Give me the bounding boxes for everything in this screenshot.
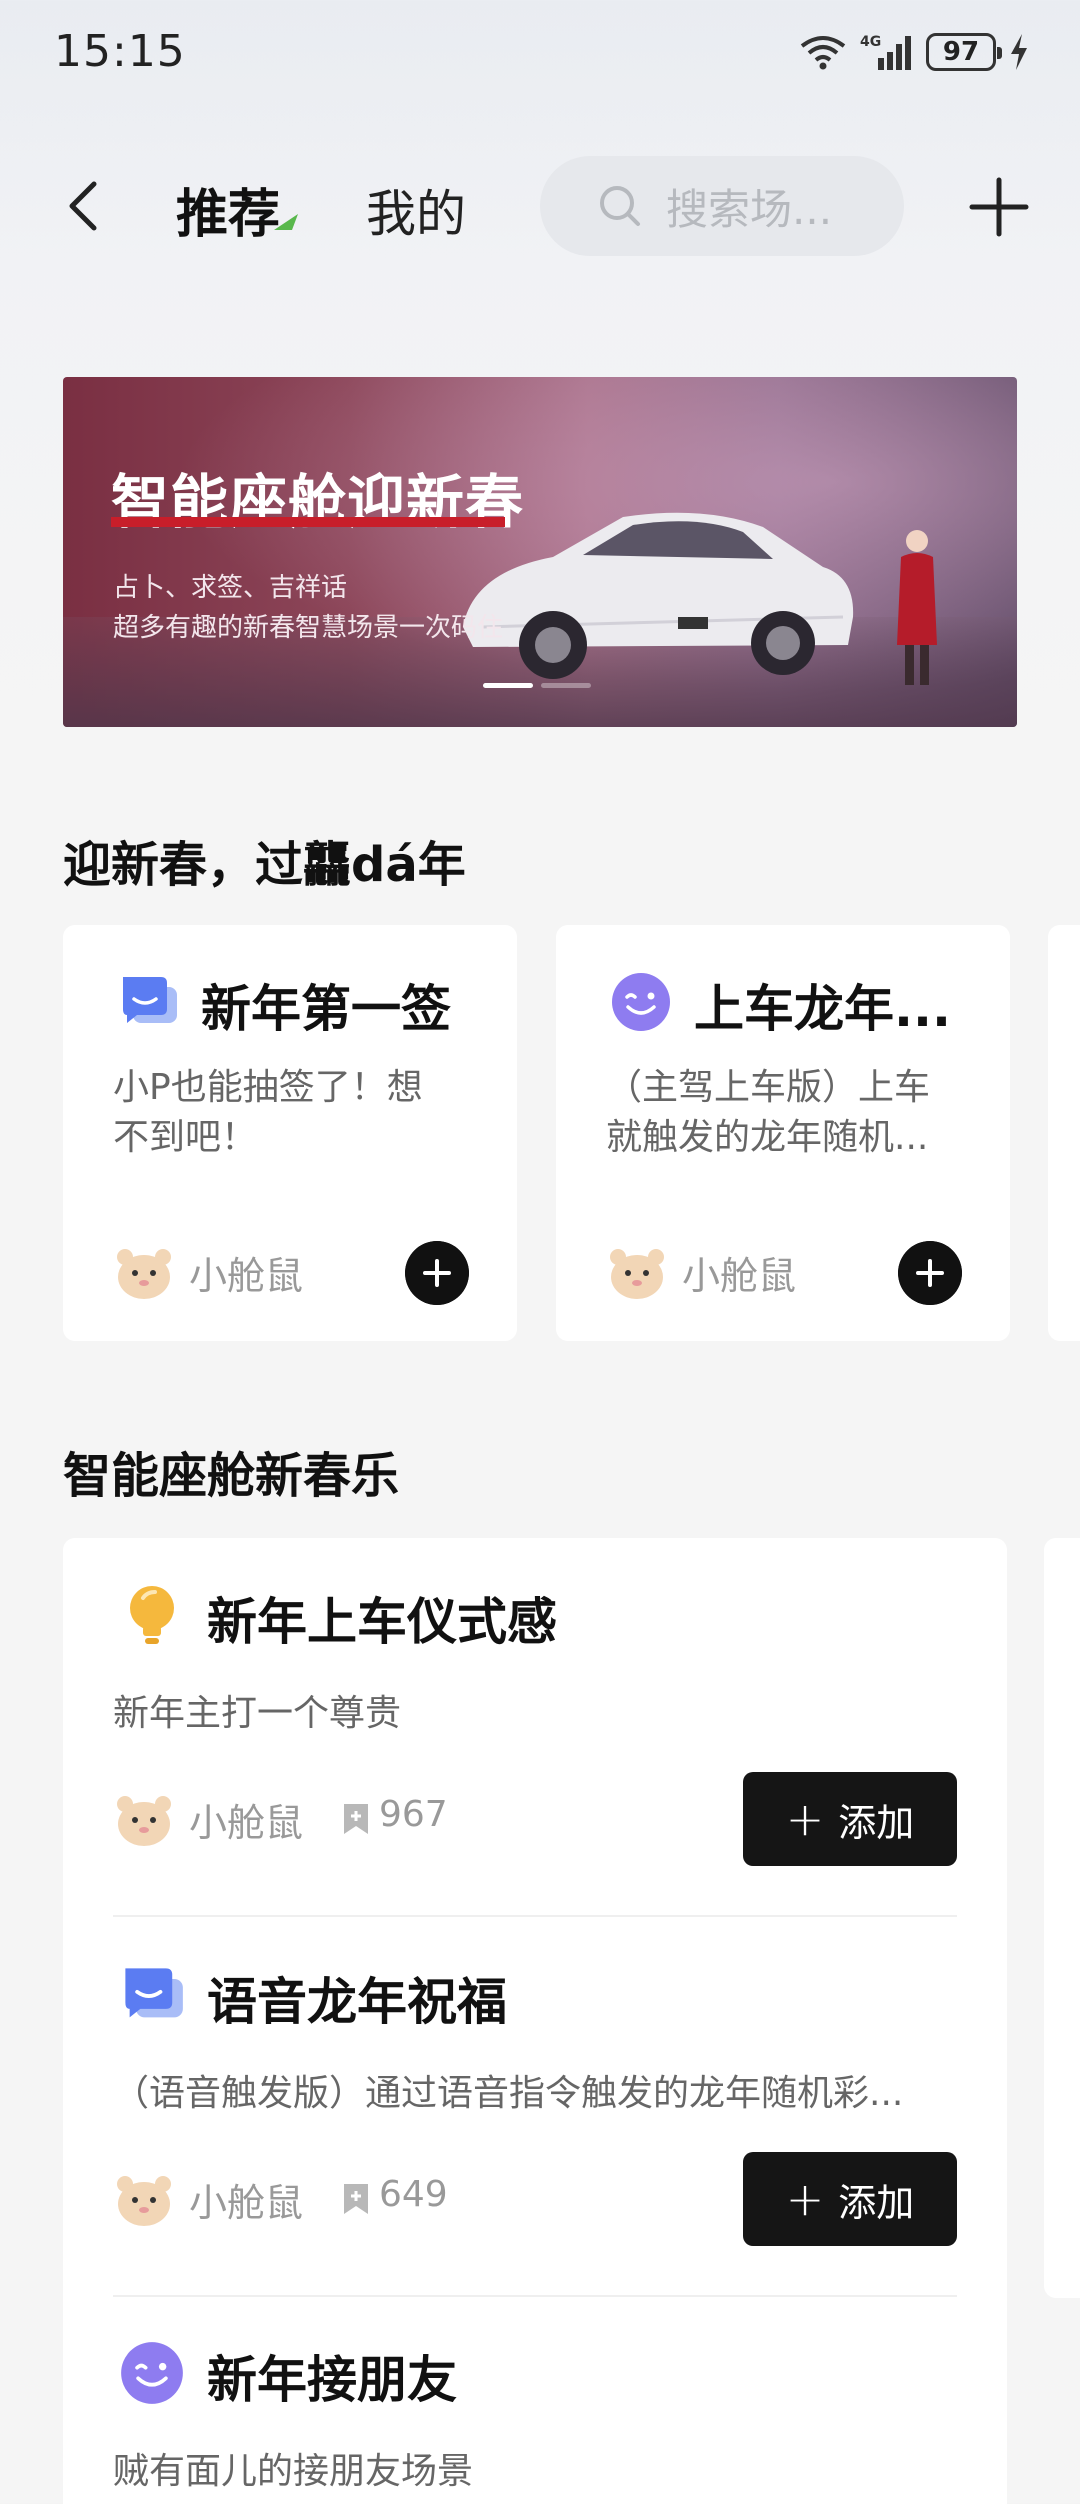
plus-icon: +	[785, 1792, 825, 1846]
bookmark-icon	[344, 1804, 368, 1834]
back-arrow-icon[interactable]	[56, 176, 116, 236]
scene-list-card: 新年上车仪式感 新年主打一个尊贵 小舱鼠 967 + 添加 语音龙年祝福 （语音…	[63, 1538, 1007, 2504]
card-desc-line2: 就触发的龙年随机...	[606, 1117, 929, 1158]
scene-card[interactable]: 新年第一签 小P也能抽签了！想 不到吧！ 小舱鼠	[63, 925, 517, 1341]
card-desc-line1: 小P也能抽签了！想	[113, 1067, 423, 1108]
card-title: 新年第一签	[201, 980, 451, 1038]
section-title-new-year: 迎新春，过龘dá年	[63, 837, 466, 893]
person-illustration	[897, 530, 937, 685]
banner-pager	[483, 683, 591, 688]
banner-subtitle-1: 占卜、求签、吉祥话	[113, 573, 348, 603]
scene-list-card-peek[interactable]	[1044, 1538, 1080, 2298]
chat-bubble-icon	[123, 977, 177, 1023]
hamster-avatar-icon	[117, 2176, 171, 2226]
search-icon	[600, 186, 640, 226]
add-count: 967	[379, 1794, 448, 1835]
hamster-avatar-icon	[610, 1249, 664, 1299]
wink-face-icon	[121, 2342, 183, 2404]
add-button[interactable]: + 添加	[743, 1772, 957, 1866]
lightbulb-icon	[130, 1586, 174, 1644]
add-scene-button[interactable]	[898, 1241, 962, 1305]
search-input[interactable]: 搜索场...	[540, 156, 904, 256]
top-nav: 推荐 我的 搜索场...	[0, 150, 1080, 270]
plus-icon: +	[785, 2172, 825, 2226]
bookmark-icon	[344, 2184, 368, 2214]
hamster-avatar-icon	[117, 1796, 171, 1846]
signal-icon: 4G	[860, 34, 911, 70]
status-bar: 15:15 4G 97	[0, 0, 1080, 100]
divider	[113, 1915, 957, 1917]
scene-title: 语音龙年祝福	[207, 1973, 507, 2031]
add-button[interactable]: + 添加	[743, 2152, 957, 2246]
svg-text:4G: 4G	[860, 34, 881, 50]
section-title-cabin: 智能座舱新春乐	[63, 1448, 400, 1504]
add-button-label: 添加	[838, 1800, 915, 1845]
search-placeholder: 搜索场...	[666, 184, 833, 234]
card-desc-line1: （主驾上车版）上车	[606, 1067, 931, 1108]
wifi-icon	[800, 36, 846, 70]
battery-indicator: 97	[926, 33, 1002, 71]
scene-title: 新年接朋友	[207, 2351, 457, 2409]
pager-dot-active	[483, 683, 533, 688]
author-name: 小舱鼠	[189, 2181, 304, 2225]
author-name: 小舱鼠	[682, 1254, 797, 1298]
tab-recommend[interactable]: 推荐	[176, 172, 280, 247]
add-icon[interactable]	[968, 176, 1030, 238]
status-icons: 4G 97	[798, 30, 1030, 74]
divider	[113, 2295, 957, 2297]
scene-card[interactable]: 上车龙年... （主驾上车版）上车 就触发的龙年随机... 小舱鼠	[556, 925, 1010, 1341]
charging-bolt-icon	[1011, 34, 1027, 70]
add-scene-button[interactable]	[405, 1241, 469, 1305]
wink-face-icon	[612, 973, 670, 1031]
promo-banner[interactable]: 智能座舱迎新春 占卜、求签、吉祥话 超多有趣的新春智慧场景一次码住	[63, 377, 1017, 727]
banner-title-underline	[111, 517, 505, 527]
tab-mine[interactable]: 我的	[366, 174, 466, 246]
banner-subtitle-2: 超多有趣的新春智慧场景一次码住	[113, 613, 504, 643]
author-name: 小舱鼠	[189, 1254, 304, 1298]
add-button-label: 添加	[838, 2180, 915, 2225]
scene-desc: 贼有面儿的接朋友场景	[113, 2451, 474, 2492]
pager-dot	[541, 683, 591, 688]
card-title: 上车龙年...	[694, 980, 951, 1038]
chat-bubble-icon	[125, 1968, 183, 2018]
scene-title: 新年上车仪式感	[207, 1593, 557, 1651]
card-desc-line2: 不到吧！	[113, 1117, 258, 1158]
scene-desc: （语音触发版）通过语音指令触发的龙年随机彩...	[113, 2073, 904, 2114]
scene-card-peek[interactable]	[1048, 925, 1080, 1341]
scene-desc: 新年主打一个尊贵	[113, 1693, 402, 1734]
hamster-avatar-icon	[117, 1249, 171, 1299]
author-name: 小舱鼠	[189, 1801, 304, 1845]
status-time: 15:15	[54, 26, 186, 77]
add-count: 649	[379, 2174, 448, 2215]
active-tab-indicator	[274, 214, 298, 230]
